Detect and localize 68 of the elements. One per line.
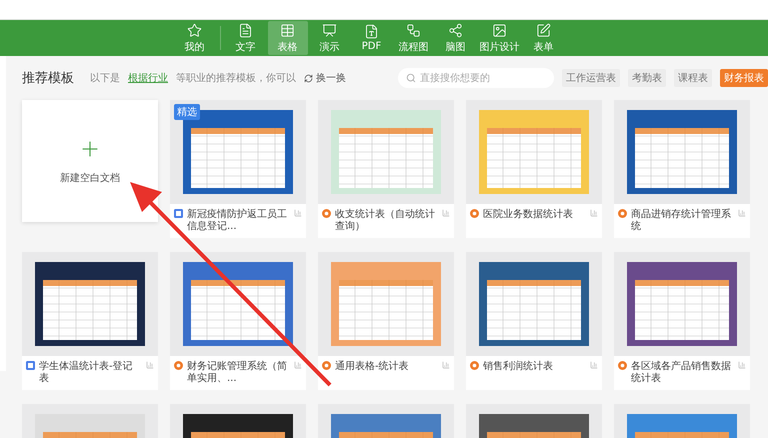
presentation-icon [322, 22, 337, 38]
app-icon [322, 361, 331, 370]
category-tab[interactable]: 演示 [310, 21, 350, 55]
chart-icon [442, 209, 450, 217]
chart-icon [738, 209, 746, 217]
tag[interactable]: 考勤表 [628, 69, 666, 87]
intro-text: 以下是 [90, 72, 120, 85]
chart-icon [442, 361, 450, 369]
section-title: 推荐模板 [22, 70, 74, 87]
template-card[interactable]: 收支统计表（自动统计查询） [318, 100, 454, 238]
intro-text: 等职业的推荐模板，你可以 [176, 72, 296, 85]
app-icon [470, 209, 479, 218]
chart-icon [738, 361, 746, 369]
mind-map-icon [448, 22, 463, 38]
chart-icon [294, 209, 302, 217]
template-card[interactable]: 医院业务数据统计表 [466, 100, 602, 238]
chart-icon [590, 209, 598, 217]
template-card[interactable]: 学生体温统计表-登记表 [22, 252, 158, 390]
template-title: 新冠疫情防护返工员工信息登记... [187, 209, 288, 233]
search-icon [406, 73, 416, 83]
chart-icon [146, 361, 154, 369]
star-icon [187, 22, 202, 38]
app-icon [618, 361, 627, 370]
template-title: 财务记账管理系统（简单实用、... [187, 361, 288, 385]
template-title: 学生体温统计表-登记表 [39, 361, 134, 385]
badge: 精选 [174, 104, 200, 120]
template-card[interactable]: 商品进销存统计管理系统 [614, 100, 750, 238]
table-icon [280, 22, 295, 38]
template-card[interactable]: 通用表格-统计表 [318, 252, 454, 390]
app-icon [322, 209, 331, 218]
new-blank-document-button[interactable]: 新建空白文档 [22, 100, 158, 222]
template-title: 医院业务数据统计表 [483, 209, 574, 221]
category-tab[interactable]: 图片设计 [478, 21, 522, 55]
flowchart-icon [406, 22, 421, 38]
category-tab[interactable]: 表格 [268, 21, 308, 55]
category-tab[interactable]: 脑图 [436, 21, 476, 55]
form-icon [536, 22, 551, 38]
chart-icon [590, 361, 598, 369]
spreadsheet-icon [26, 361, 35, 370]
app-icon [470, 361, 479, 370]
category-tab[interactable]: 表单 [524, 21, 564, 55]
template-title: 各区域各产品销售数据统计表 [631, 361, 732, 385]
template-title: 通用表格-统计表 [335, 361, 410, 373]
app-icon [174, 361, 183, 370]
category-tab[interactable]: 我的 [174, 21, 214, 55]
template-card[interactable]: 各区域各产品销售数据统计表 [614, 252, 750, 390]
tag[interactable]: 课程表 [674, 69, 712, 87]
template-card[interactable]: 财务记账管理系统（简单实用、... [170, 252, 306, 390]
pdf-file-icon [364, 24, 379, 39]
template-title: 商品进销存统计管理系统 [631, 209, 732, 233]
template-card[interactable]: 销售利润统计表 [466, 252, 602, 390]
template-card[interactable]: 精选 新冠疫情防护返工员工信息登记... [170, 100, 306, 238]
app-icon [618, 209, 627, 218]
refresh-link[interactable]: 换一换 [304, 71, 346, 85]
chart-icon [294, 361, 302, 369]
spreadsheet-icon [174, 209, 183, 218]
template-title: 收支统计表（自动统计查询） [335, 209, 436, 233]
search-field[interactable]: 直接搜你想要的 [398, 68, 554, 88]
tag[interactable]: 财务报表 [720, 69, 768, 87]
industry-link[interactable]: 根据行业 [128, 71, 168, 85]
document-icon [238, 22, 253, 38]
template-title: 销售利润统计表 [483, 361, 554, 373]
image-icon [492, 22, 507, 38]
category-tab[interactable]: PDF [352, 21, 392, 55]
category-tab[interactable]: 文字 [226, 21, 266, 55]
tag[interactable]: 工作运营表 [562, 69, 620, 87]
refresh-icon [304, 74, 313, 82]
category-tab[interactable]: 流程图 [394, 21, 434, 55]
